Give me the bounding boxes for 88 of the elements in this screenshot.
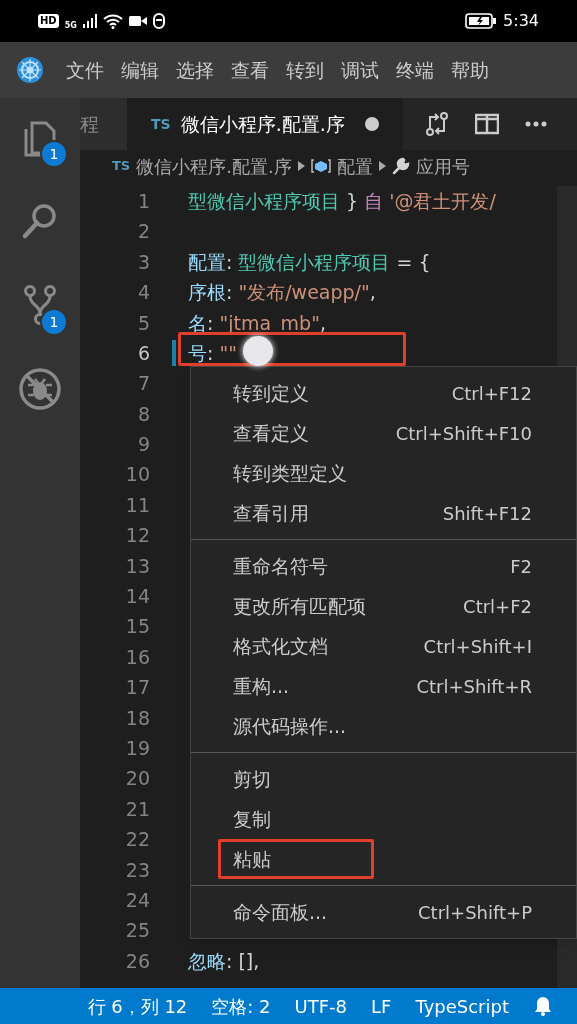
code-line: 忽略: [],: [188, 948, 260, 974]
line-number: 5: [136, 310, 150, 336]
code-line: 序根: "发布/weapp/",: [188, 280, 376, 306]
context-menu-item[interactable]: 转到定义 Ctrl+F12: [191, 373, 576, 413]
menu-item[interactable]: 查看: [231, 55, 269, 85]
breadcrumb-item[interactable]: 配置: [336, 152, 373, 180]
line-number: 22: [124, 827, 150, 853]
clock: 5:34: [503, 10, 539, 32]
chevron-icon: [297, 161, 305, 171]
context-menu-item[interactable]: 复制: [191, 799, 576, 839]
count-badge: 1: [40, 140, 68, 168]
status-item[interactable]: TypeScript: [415, 992, 509, 1020]
branch-icon: [22, 284, 58, 326]
wifi-icon: [102, 13, 123, 29]
breadcrumb-item[interactable]: 微信小程序.配置.序: [136, 152, 292, 180]
context-menu-item[interactable]: 剪切: [191, 759, 576, 799]
bell-icon[interactable]: [533, 996, 553, 1016]
menu-item[interactable]: 帮助: [451, 55, 489, 85]
line-number: 2: [136, 219, 150, 245]
touch-indicator: [243, 336, 273, 366]
line-number: 6: [136, 340, 150, 366]
battery-icon: [465, 13, 498, 29]
menu-item[interactable]: 编辑: [121, 55, 159, 85]
line-number: 12: [124, 523, 150, 549]
breadcrumb-item[interactable]: 应用号: [415, 152, 470, 180]
context-menu-item[interactable]: 重构... Ctrl+Shift+R: [191, 666, 576, 706]
code-line: 型微信小程序项目 } 自 '@君土开发/: [188, 188, 496, 214]
context-menu-item[interactable]: 格式化文档 Ctrl+Shift+I: [191, 626, 576, 666]
line-number: 17: [124, 675, 150, 701]
video-camera-icon: [128, 15, 147, 27]
code-line: 号: "": [188, 340, 237, 366]
menu-item[interactable]: 终端: [396, 55, 434, 85]
status-item[interactable]: LF: [371, 992, 392, 1020]
menu-item[interactable]: 调试: [341, 55, 379, 85]
network-label: 5G: [64, 20, 77, 32]
signal-icon: [82, 14, 97, 28]
line-number: 4: [136, 280, 150, 306]
line-number: 8: [136, 401, 150, 427]
file-type-label: TS: [112, 157, 131, 176]
menu-item[interactable]: 转到: [286, 55, 324, 85]
line-number: 25: [124, 918, 150, 944]
line-number: 14: [124, 584, 150, 609]
app-logo-icon: [16, 56, 44, 84]
line-number: 24: [124, 887, 150, 913]
object-icon: [310, 159, 331, 173]
split-editor-icon[interactable]: [474, 113, 499, 135]
editor-tab[interactable]: TS 微信小程序.配置.序: [127, 98, 403, 150]
file-type-label: TS: [151, 114, 171, 134]
line-number: 16: [124, 644, 150, 670]
editor-tab[interactable]: 程: [80, 98, 127, 150]
line-number: 13: [124, 553, 150, 579]
context-menu-item[interactable]: 更改所有匹配项 Ctrl+F2: [191, 586, 576, 626]
tab-label: 微信小程序.配置.序: [180, 111, 345, 137]
no-bug-icon: [18, 367, 62, 411]
line-number: 26: [124, 948, 150, 974]
context-menu-item[interactable]: 查看引用 Shift+F12: [191, 493, 576, 533]
line-number: 9: [136, 432, 150, 458]
compare-icon[interactable]: [424, 111, 449, 137]
context-menu-item[interactable]: 源代码操作...: [191, 706, 576, 746]
line-number: 7: [136, 371, 150, 397]
status-item[interactable]: 行 6，列 12: [87, 992, 188, 1020]
tab-label: 程: [80, 111, 99, 137]
status-item[interactable]: 空格: 2: [211, 992, 271, 1020]
hd-indicator: HD: [38, 14, 59, 28]
line-number: 18: [124, 705, 150, 731]
line-number: 15: [124, 614, 150, 640]
line-number: 20: [124, 766, 150, 792]
context-menu-item[interactable]: 粘贴: [191, 839, 576, 879]
context-menu-item[interactable]: 查看定义 Ctrl+Shift+F10: [191, 413, 576, 453]
line-number: 1: [136, 188, 150, 214]
context-menu-item[interactable]: 转到类型定义: [191, 453, 576, 493]
line-number: 21: [124, 796, 150, 822]
context-menu-item[interactable]: 命令面板... Ctrl+Shift+P: [191, 892, 576, 932]
wrench-icon: [391, 157, 410, 175]
code-line: 名: "jtma_mb",: [188, 310, 326, 336]
status-item[interactable]: UTF-8: [294, 992, 348, 1020]
context-menu-item[interactable]: 重命名符号 F2: [191, 546, 576, 586]
menu-item[interactable]: 文件: [66, 55, 104, 85]
more-icon[interactable]: [524, 121, 547, 127]
line-number: 23: [124, 857, 150, 883]
line-number: 10: [124, 462, 150, 488]
line-number: 11: [124, 492, 150, 518]
count-badge: 1: [40, 308, 68, 336]
code-line: 配置: 型微信小程序项目 = {: [188, 249, 431, 275]
menu-item[interactable]: 选择: [176, 55, 214, 85]
line-number: 19: [124, 735, 150, 761]
line-number: 3: [136, 249, 150, 275]
chevron-icon: [378, 161, 386, 171]
